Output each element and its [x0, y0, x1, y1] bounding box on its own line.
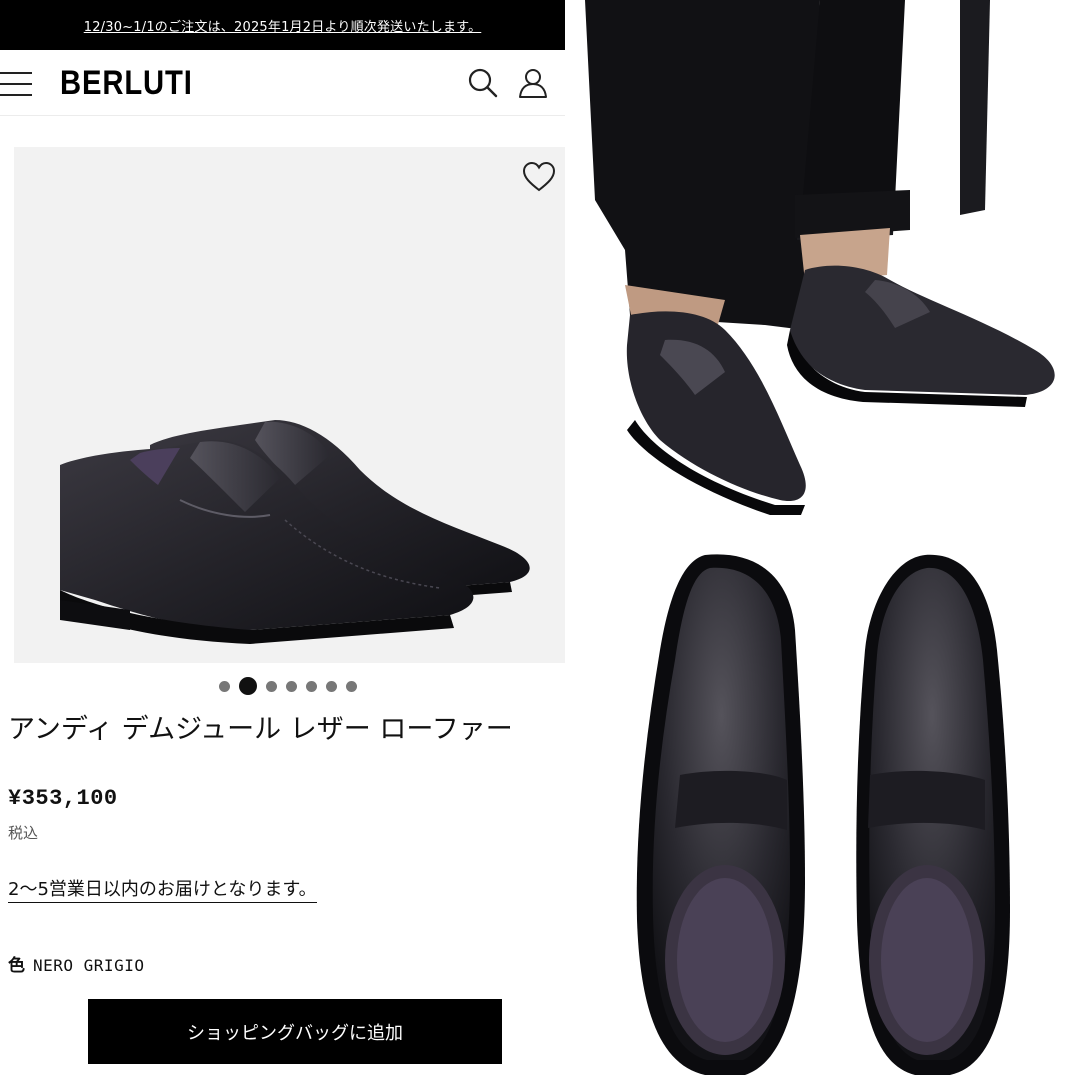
gallery-dot[interactable]	[346, 680, 357, 692]
gallery-dot[interactable]	[286, 680, 297, 692]
gallery-dot[interactable]	[326, 680, 337, 692]
announcement-text[interactable]: 12/30~1/1のご注文は、2025年1月2日より順次発送いたします。	[84, 16, 482, 35]
gallery-dot[interactable]	[219, 680, 230, 692]
heart-icon[interactable]	[522, 161, 556, 193]
color-selector: 色 NERO GRIGIO	[8, 951, 144, 976]
gallery-dot-active[interactable]	[239, 677, 257, 695]
product-image-loafers	[60, 420, 530, 644]
add-to-bag-button[interactable]: ショッピングバッグに追加	[88, 999, 502, 1064]
lifestyle-photo-worn	[565, 0, 1080, 540]
search-icon[interactable]	[466, 66, 500, 100]
gallery-dot[interactable]	[306, 680, 317, 692]
brand-logo[interactable]: BERLUTI	[60, 64, 193, 103]
product-price: ¥353,100	[8, 786, 118, 811]
top-view-photo	[565, 540, 1080, 1080]
announcement-banner[interactable]: 12/30~1/1のご注文は、2025年1月2日より順次発送いたします。	[0, 0, 565, 50]
site-header: BERLUTI	[0, 50, 565, 116]
gallery-dot[interactable]	[266, 680, 277, 692]
color-value: NERO GRIGIO	[33, 956, 145, 975]
account-icon[interactable]	[516, 66, 550, 100]
menu-icon[interactable]	[0, 72, 32, 96]
delivery-info-link[interactable]: 2〜5営業日以内のお届けとなります。	[8, 875, 317, 903]
product-title: アンディ デムジュール レザー ローファー	[8, 714, 513, 745]
tax-note: 税込	[8, 824, 39, 842]
color-label: 色	[8, 956, 25, 976]
product-page: 12/30~1/1のご注文は、2025年1月2日より順次発送いたします。 BER…	[0, 0, 565, 1080]
gallery-pagination	[219, 676, 357, 696]
